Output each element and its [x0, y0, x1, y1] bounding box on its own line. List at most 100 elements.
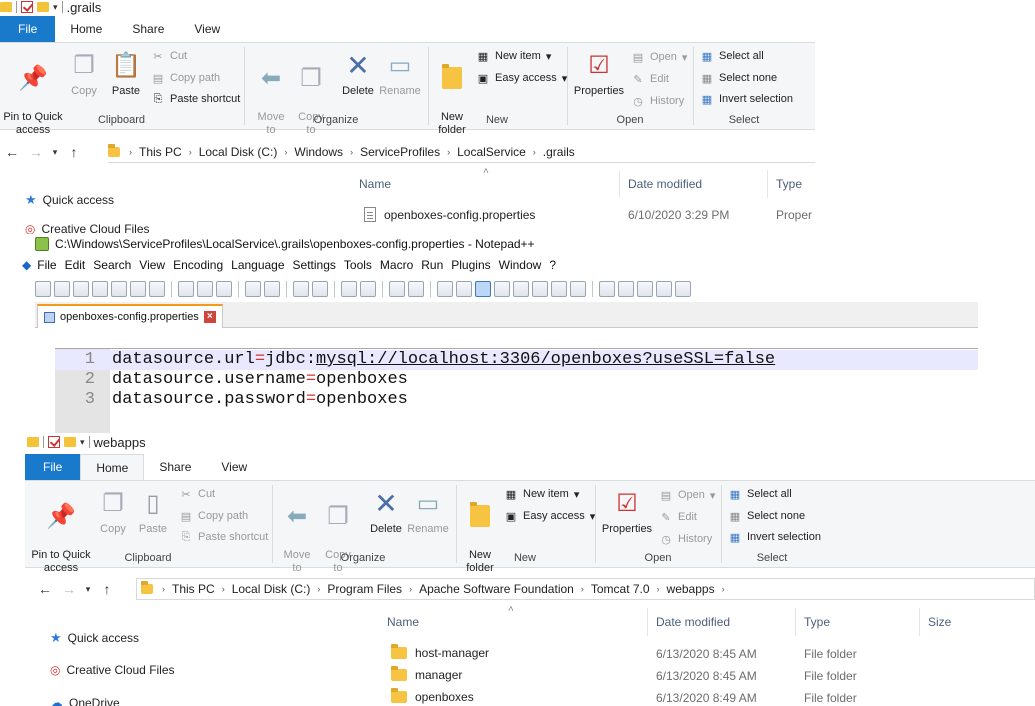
tab-openboxes-config[interactable]: openboxes-config.properties × — [37, 304, 223, 328]
history-button[interactable]: ◷ History — [631, 94, 684, 108]
undo-icon[interactable] — [245, 281, 261, 297]
properties-button[interactable]: ☑ Properties — [600, 487, 654, 536]
column-date-modified[interactable]: Date modified — [628, 177, 702, 191]
word-wrap-icon[interactable] — [437, 281, 453, 297]
copy-path-button[interactable]: ▤ Copy path — [151, 71, 220, 85]
code-line[interactable]: 3 datasource.password=openboxes — [55, 390, 978, 410]
save-macro-icon[interactable] — [675, 281, 691, 297]
chevron-down-icon[interactable]: ▾ — [48, 147, 62, 158]
indent-guide-icon[interactable] — [475, 281, 491, 297]
easy-access-button[interactable]: ▣ Easy access ▾ — [504, 509, 595, 523]
replace-icon[interactable] — [312, 281, 328, 297]
tab-file[interactable]: File — [25, 454, 81, 480]
properties-check-icon[interactable] — [48, 436, 60, 448]
paste-shortcut-button[interactable]: ⎘ Paste shortcut — [179, 530, 269, 544]
copy-button[interactable]: ❐ Copy — [66, 49, 102, 98]
column-type[interactable]: Type — [804, 615, 830, 629]
redo-icon[interactable] — [264, 281, 280, 297]
cut-icon[interactable] — [178, 281, 194, 297]
new-folder-icon[interactable] — [64, 437, 76, 447]
menu-settings[interactable]: Settings — [289, 258, 340, 272]
rename-button[interactable]: ▭ Rename — [406, 487, 450, 536]
print-icon[interactable] — [149, 281, 165, 297]
forward-arrow-icon[interactable]: → — [24, 144, 48, 160]
up-arrow-icon[interactable]: ↑ — [95, 581, 119, 597]
select-none-button[interactable]: ▦ Select none — [700, 71, 777, 85]
chevron-down-icon[interactable]: ▾ — [53, 2, 58, 13]
menu-file[interactable]: File — [33, 258, 60, 272]
copy-button[interactable]: ❐ Copy — [95, 487, 131, 536]
chevron-right-icon[interactable]: › — [444, 147, 453, 157]
nav-quick-access[interactable]: ★ Quick access — [25, 192, 114, 208]
menu-tools[interactable]: Tools — [340, 258, 376, 272]
file-row[interactable]: host-manager — [391, 644, 489, 660]
column-size[interactable]: Size — [928, 615, 951, 629]
menu-run[interactable]: Run — [417, 258, 447, 272]
nav-quick-access[interactable]: ★ Quick access — [50, 630, 139, 646]
new-file-icon[interactable] — [35, 281, 51, 297]
invert-selection-button[interactable]: ▦ Invert selection — [700, 92, 793, 106]
folder-workspace-icon[interactable] — [551, 281, 567, 297]
paste-button[interactable]: ▯ Paste — [133, 487, 173, 536]
zoom-out-icon[interactable] — [360, 281, 376, 297]
close-all-icon[interactable] — [130, 281, 146, 297]
chevron-right-icon[interactable]: › — [654, 584, 663, 594]
breadcrumb-windows[interactable]: Windows — [290, 145, 347, 159]
select-none-button[interactable]: ▦ Select none — [728, 509, 805, 523]
chevron-right-icon[interactable]: › — [347, 147, 356, 157]
new-folder-icon[interactable] — [37, 2, 49, 12]
code-editor[interactable]: 1 datasource.url=jdbc:mysql://localhost:… — [55, 348, 978, 433]
chevron-right-icon[interactable]: › — [406, 584, 415, 594]
folder-icon[interactable] — [0, 2, 12, 12]
folder-icon[interactable] — [27, 437, 39, 447]
breadcrumb-local-disk[interactable]: Local Disk (C:) — [195, 145, 282, 159]
menu-view[interactable]: View — [135, 258, 169, 272]
invert-selection-button[interactable]: ▦ Invert selection — [728, 530, 821, 544]
tab-home[interactable]: Home — [55, 16, 117, 42]
delete-button[interactable]: ✕ Delete — [366, 487, 406, 536]
select-all-button[interactable]: ▦ Select all — [700, 49, 764, 63]
document-map-icon[interactable] — [513, 281, 529, 297]
select-all-button[interactable]: ▦ Select all — [728, 487, 792, 501]
monitoring-icon[interactable] — [570, 281, 586, 297]
menu-language[interactable]: Language — [227, 258, 288, 272]
save-icon[interactable] — [73, 281, 89, 297]
forward-arrow-icon[interactable]: → — [57, 581, 81, 597]
function-list-icon[interactable] — [532, 281, 548, 297]
sync-horizontal-icon[interactable] — [408, 281, 424, 297]
menu-edit[interactable]: Edit — [61, 258, 90, 272]
code-line[interactable]: 2 datasource.username=openboxes — [55, 370, 978, 390]
new-item-button[interactable]: ▦ New item ▾ — [476, 49, 552, 63]
tab-share[interactable]: Share — [144, 454, 206, 480]
history-button[interactable]: ◷ History — [659, 532, 712, 546]
address-bar[interactable]: › This PC › Local Disk (C:) › Windows › … — [108, 141, 815, 163]
file-row[interactable]: manager — [391, 666, 462, 682]
record-macro-icon[interactable] — [599, 281, 615, 297]
chevron-right-icon[interactable]: › — [186, 147, 195, 157]
column-name[interactable]: Name — [359, 177, 391, 191]
chevron-right-icon[interactable]: › — [530, 147, 539, 157]
properties-check-icon[interactable] — [21, 1, 33, 13]
copy-path-button[interactable]: ▤ Copy path — [179, 509, 248, 523]
easy-access-button[interactable]: ▣ Easy access ▾ — [476, 71, 567, 85]
file-row[interactable]: openboxes — [391, 688, 474, 704]
nav-creative-cloud[interactable]: ◎ Creative Cloud Files — [25, 224, 150, 234]
nav-onedrive[interactable]: ☁ OneDrive — [50, 695, 120, 706]
breadcrumb-local-disk[interactable]: Local Disk (C:) — [228, 582, 315, 596]
breadcrumb-apache[interactable]: Apache Software Foundation — [415, 582, 578, 596]
delete-button[interactable]: ✕ Delete — [338, 49, 378, 98]
tab-home[interactable]: Home — [80, 454, 145, 480]
menu-window[interactable]: Window — [495, 258, 546, 272]
rename-button[interactable]: ▭ Rename — [378, 49, 422, 98]
run-macro-multiple-icon[interactable] — [656, 281, 672, 297]
menu-search[interactable]: Search — [89, 258, 135, 272]
up-arrow-icon[interactable]: ↑ — [62, 144, 86, 160]
menu-encoding[interactable]: Encoding — [169, 258, 227, 272]
show-all-chars-icon[interactable] — [456, 281, 472, 297]
chevron-right-icon[interactable]: › — [159, 584, 168, 594]
chevron-down-icon[interactable]: ▾ — [81, 584, 95, 595]
address-bar[interactable]: › This PC › Local Disk (C:) › Program Fi… — [136, 578, 1035, 600]
close-file-icon[interactable] — [111, 281, 127, 297]
column-type[interactable]: Type — [776, 177, 802, 191]
new-item-button[interactable]: ▦ New item ▾ — [504, 487, 580, 501]
